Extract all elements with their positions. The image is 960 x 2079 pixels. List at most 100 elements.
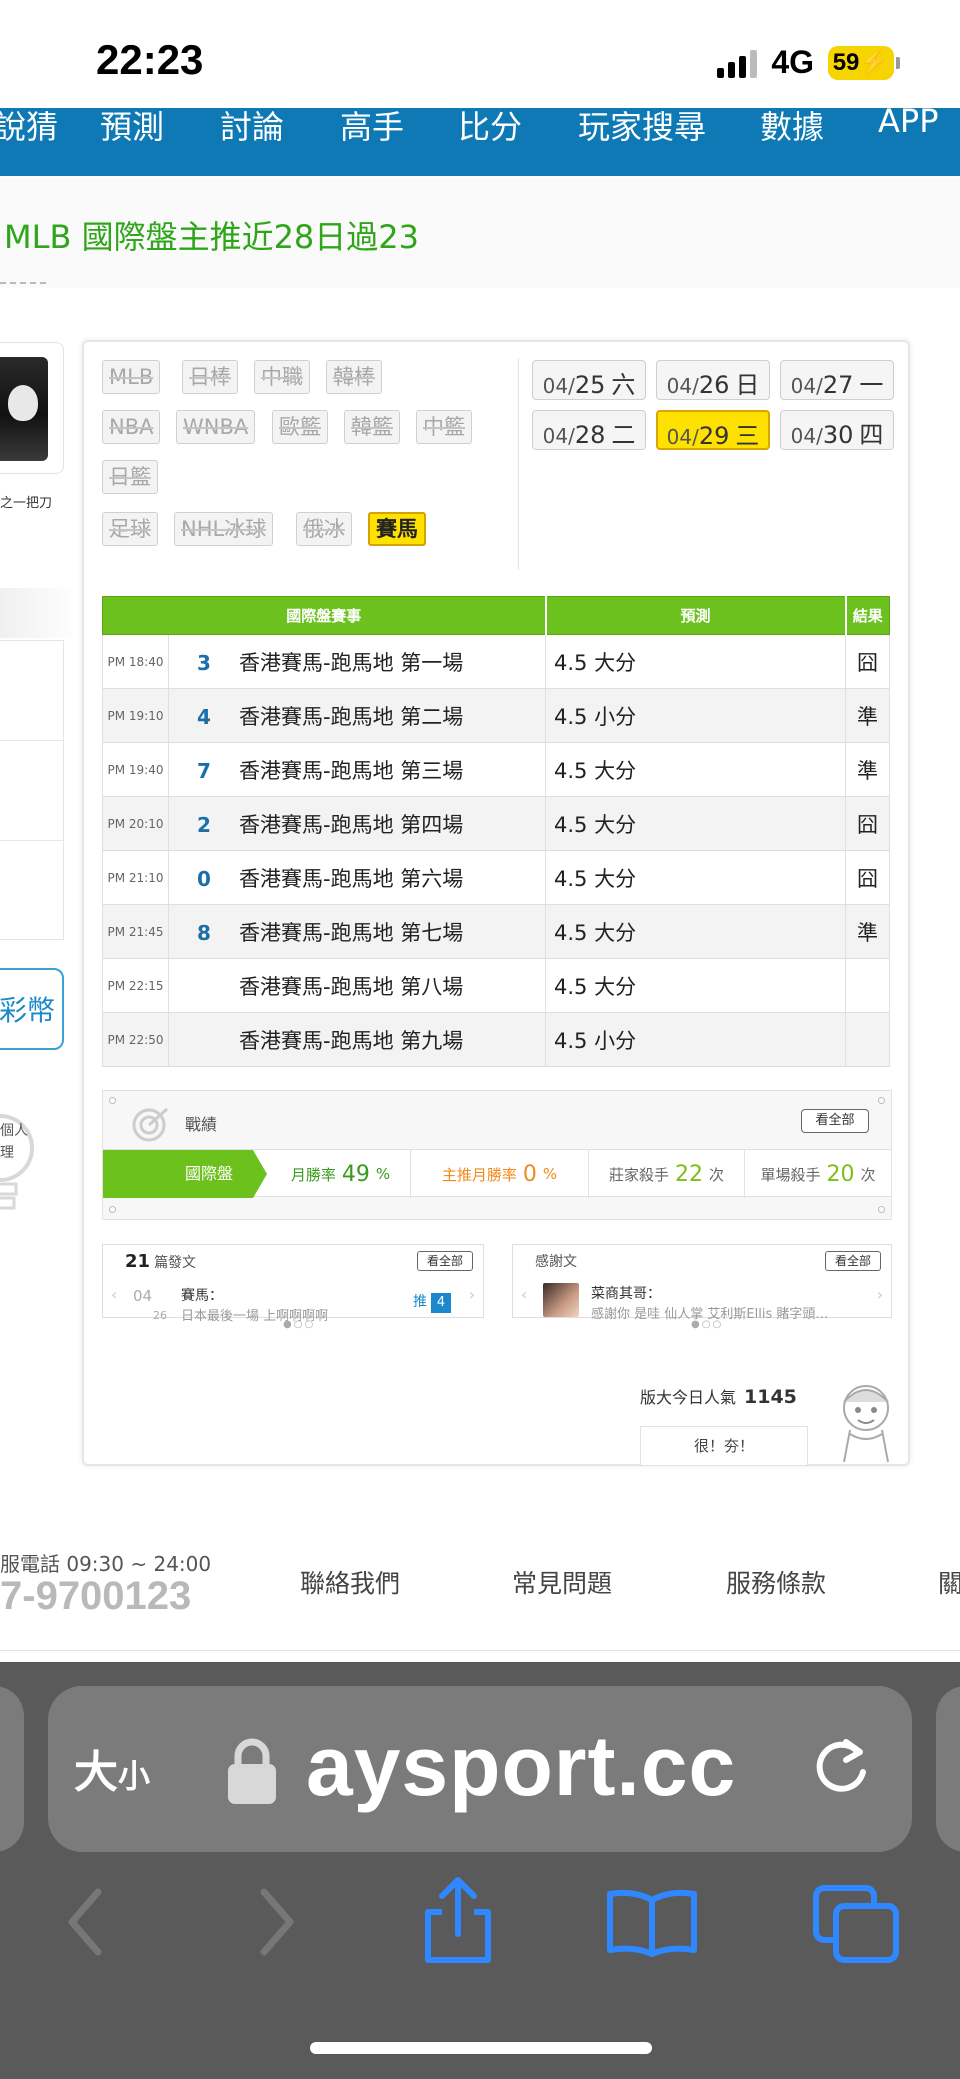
date-0427[interactable]: 04/27 一 bbox=[780, 360, 894, 400]
posts-count: 21 bbox=[125, 1251, 151, 1272]
home-indicator[interactable] bbox=[310, 2042, 652, 2054]
nav-item-player-search[interactable]: 玩家搜尋 bbox=[578, 108, 706, 148]
user-name[interactable]: 之一把刀 bbox=[0, 492, 52, 511]
sport-tag-cpbl[interactable]: 中職 bbox=[254, 360, 310, 394]
prev-tab-edge[interactable] bbox=[0, 1686, 24, 1852]
sidebar-row[interactable] bbox=[0, 841, 63, 941]
stat-single-killer: 單場殺手 20 次 bbox=[745, 1150, 891, 1198]
nav-item-data[interactable]: 數據 bbox=[760, 108, 824, 148]
stat-value: 49 bbox=[341, 1161, 370, 1187]
nav-item-discuss[interactable]: 討論 bbox=[220, 108, 284, 148]
row-number: 8 bbox=[197, 920, 211, 945]
browser-toolbar: 大小 aysport.cc bbox=[0, 1662, 960, 2079]
post-title[interactable]: 賽馬： bbox=[181, 1285, 223, 1305]
avatar[interactable] bbox=[0, 342, 64, 474]
row-number: 4 bbox=[197, 704, 211, 729]
table-row[interactable]: PM 19:40 7 香港賽馬-跑馬地 第三場 4.5 大分 準 bbox=[102, 742, 890, 797]
row-game: 8 香港賽馬-跑馬地 第七場 bbox=[168, 904, 546, 959]
row-game: 2 香港賽馬-跑馬地 第四場 bbox=[168, 796, 546, 851]
row-result bbox=[845, 958, 890, 1013]
battery-icon: 59 ⚡ bbox=[828, 45, 900, 80]
footer-link-contact[interactable]: 聯絡我們 bbox=[300, 1564, 400, 1600]
sport-tag-korea-basketball[interactable]: 韓籃 bbox=[344, 410, 400, 444]
chevron-right-icon[interactable]: › bbox=[877, 1285, 883, 1304]
row-game-name: 香港賽馬-跑馬地 第九場 bbox=[239, 1028, 464, 1053]
chevron-right-icon[interactable]: › bbox=[469, 1285, 475, 1304]
record-view-all-button[interactable]: 看全部 bbox=[801, 1109, 869, 1133]
date-month: 04/27 bbox=[790, 371, 854, 399]
nav-item-app[interactable]: APP bbox=[878, 108, 938, 140]
sport-tag-nba[interactable]: NBA bbox=[102, 410, 161, 444]
date-0429[interactable]: 04/29 三 bbox=[656, 410, 770, 450]
date-0425[interactable]: 04/25 六 bbox=[532, 360, 646, 400]
sport-tag-horse-racing[interactable]: 賽馬 bbox=[368, 512, 426, 546]
row-prediction: 4.5 小分 bbox=[545, 1012, 846, 1067]
row-prediction: 4.5 大分 bbox=[545, 634, 846, 689]
row-prediction: 4.5 大分 bbox=[545, 850, 846, 905]
sidebar-row[interactable] bbox=[0, 641, 63, 741]
back-icon[interactable] bbox=[60, 1884, 110, 1960]
sport-tag-soccer[interactable]: 足球 bbox=[102, 512, 158, 546]
popularity-value: 1145 bbox=[744, 1386, 797, 1408]
sport-tag-khl[interactable]: 俄冰 bbox=[296, 512, 352, 546]
record-tab-international[interactable]: 國際盤 bbox=[103, 1150, 267, 1198]
header-result: 結果 bbox=[845, 596, 890, 635]
thanks-view-all-button[interactable]: 看全部 bbox=[825, 1251, 881, 1271]
footer-divider bbox=[0, 1650, 960, 1651]
nav-item-guess[interactable]: 說猜 bbox=[0, 108, 58, 148]
reload-icon[interactable] bbox=[808, 1734, 874, 1800]
footer-phone[interactable]: 7-9700123 bbox=[0, 1574, 191, 1619]
table-row[interactable]: PM 22:50 香港賽馬-跑馬地 第九場 4.5 小分 bbox=[102, 1012, 890, 1067]
text-size-small: 小 bbox=[118, 1757, 151, 1795]
row-game-name: 香港賽馬-跑馬地 第四場 bbox=[239, 812, 464, 837]
date-0430[interactable]: 04/30 四 bbox=[780, 410, 894, 450]
sport-tag-nhl[interactable]: NHL冰球 bbox=[174, 512, 274, 546]
stat-unit: 次 bbox=[709, 1165, 725, 1184]
row-prediction: 4.5 小分 bbox=[545, 688, 846, 743]
sport-tag-npb[interactable]: 日棒 bbox=[182, 360, 238, 394]
footer-link-about[interactable]: 關 bbox=[938, 1564, 960, 1600]
tabs-icon[interactable] bbox=[812, 1884, 902, 1964]
nav-item-predict[interactable]: 預測 bbox=[100, 108, 164, 148]
chevron-left-icon[interactable]: ‹ bbox=[111, 1285, 117, 1304]
share-icon[interactable] bbox=[418, 1876, 498, 1966]
network-type: 4G bbox=[771, 44, 814, 80]
url-text[interactable]: aysport.cc bbox=[306, 1718, 736, 1815]
sport-tag-china-basketball[interactable]: 中籃 bbox=[416, 410, 472, 444]
footer-link-faq[interactable]: 常見問題 bbox=[512, 1564, 612, 1600]
sidebar-row[interactable] bbox=[0, 741, 63, 841]
sport-tag-mlb[interactable]: MLB bbox=[102, 360, 161, 394]
table-row[interactable]: PM 22:15 香港賽馬-跑馬地 第八場 4.5 大分 bbox=[102, 958, 890, 1013]
chevron-left-icon[interactable]: ‹ bbox=[521, 1285, 527, 1304]
row-time: PM 22:50 bbox=[102, 1012, 169, 1067]
praise-button[interactable]: 很！夯！ bbox=[640, 1426, 808, 1466]
row-number: 2 bbox=[197, 812, 211, 837]
thanks-user[interactable]: 菜商其哥： bbox=[591, 1283, 661, 1303]
posts-view-all-button[interactable]: 看全部 bbox=[417, 1251, 473, 1271]
next-tab-edge[interactable] bbox=[936, 1686, 960, 1852]
address-bar[interactable]: 大小 aysport.cc bbox=[48, 1686, 912, 1852]
row-prediction: 4.5 大分 bbox=[545, 958, 846, 1013]
footer-link-terms[interactable]: 服務條款 bbox=[726, 1564, 826, 1600]
sport-tag-japan-basketball[interactable]: 日籃 bbox=[102, 460, 158, 494]
nav-item-scores[interactable]: 比分 bbox=[458, 108, 522, 148]
text-size-button[interactable]: 大小 bbox=[74, 1736, 150, 1800]
row-prediction: 4.5 大分 bbox=[545, 904, 846, 959]
date-0426[interactable]: 04/26 日 bbox=[656, 360, 770, 400]
table-row[interactable]: PM 18:40 3 香港賽馬-跑馬地 第一場 4.5 大分 囧 bbox=[102, 634, 890, 689]
table-row[interactable]: PM 21:45 8 香港賽馬-跑馬地 第七場 4.5 大分 準 bbox=[102, 904, 890, 959]
table-row[interactable]: PM 20:10 2 香港賽馬-跑馬地 第四場 4.5 大分 囧 bbox=[102, 796, 890, 851]
sport-tag-euro-basketball[interactable]: 歐籃 bbox=[272, 410, 328, 444]
text-size-large: 大 bbox=[74, 1747, 118, 1798]
row-time: PM 22:15 bbox=[102, 958, 169, 1013]
coin-button[interactable]: 彩幣 bbox=[0, 968, 64, 1050]
bookmarks-icon[interactable] bbox=[604, 1888, 700, 1958]
sport-tag-wnba[interactable]: WNBA bbox=[176, 410, 256, 444]
table-row[interactable]: PM 19:10 4 香港賽馬-跑馬地 第二場 4.5 小分 準 bbox=[102, 688, 890, 743]
date-0428[interactable]: 04/28 二 bbox=[532, 410, 646, 450]
thanks-avatar[interactable] bbox=[543, 1283, 579, 1317]
nav-item-experts[interactable]: 高手 bbox=[340, 108, 404, 148]
table-row[interactable]: PM 21:10 0 香港賽馬-跑馬地 第六場 4.5 大分 囧 bbox=[102, 850, 890, 905]
sport-tag-kbo[interactable]: 韓棒 bbox=[326, 360, 382, 394]
forward-icon[interactable] bbox=[252, 1884, 302, 1960]
